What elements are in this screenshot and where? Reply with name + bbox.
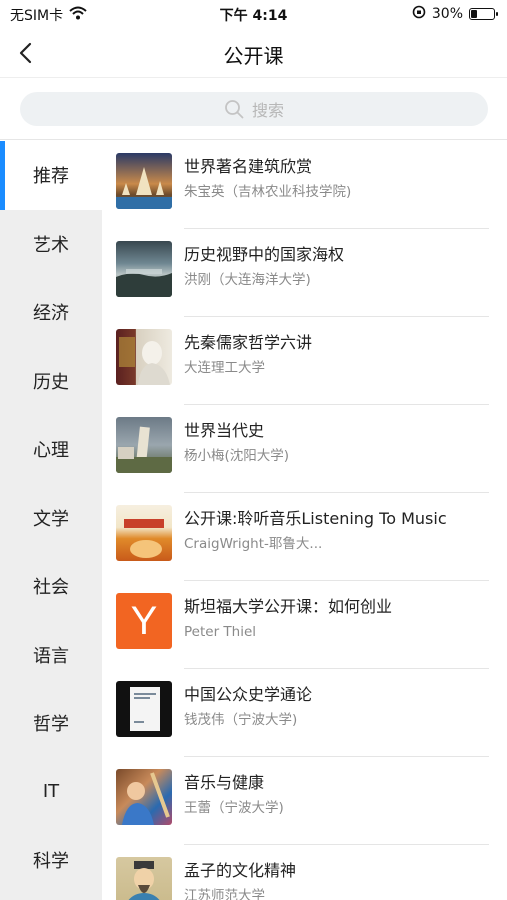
search-input[interactable]: 搜索 xyxy=(20,92,488,126)
sidebar-item-economics[interactable]: 经济 xyxy=(0,278,102,347)
sidebar-item-philosophy[interactable]: 哲学 xyxy=(0,689,102,758)
battery-percent: 30% xyxy=(431,6,463,22)
course-item[interactable]: 公开课:聆听音乐Listening To Music CraigWright-耶… xyxy=(102,493,507,581)
course-thumbnail xyxy=(116,241,172,297)
course-info: 斯坦福大学公开课：如何创业 Peter Thiel xyxy=(184,591,489,669)
course-info: 先秦儒家哲学六讲 大连理工大学 xyxy=(184,327,489,405)
course-title: 世界著名建筑欣赏 xyxy=(184,157,313,176)
status-bar: 无SIM卡 下午 4:14 30% xyxy=(0,0,507,28)
status-right: 30% xyxy=(412,5,498,23)
course-author: CraigWright-耶鲁大... xyxy=(184,536,323,552)
course-title: 孟子的文化精神 xyxy=(184,861,297,880)
course-info: 世界当代史 杨小梅(沈阳大学) xyxy=(184,415,489,493)
sidebar-item-label: 心理 xyxy=(33,440,69,462)
course-author: 大连理工大学 xyxy=(184,360,265,376)
sidebar-item-science[interactable]: 科学 xyxy=(0,826,102,895)
course-thumbnail xyxy=(116,769,172,825)
sidebar-item-art[interactable]: 艺术 xyxy=(0,210,102,279)
course-title: 历史视野中的国家海权 xyxy=(184,245,345,264)
course-title: 先秦儒家哲学六讲 xyxy=(184,333,313,352)
course-author: 江苏师范大学 xyxy=(184,888,265,900)
course-thumbnail xyxy=(116,505,172,561)
sidebar-item-label: 社会 xyxy=(33,577,69,599)
search-icon xyxy=(225,100,244,119)
course-list: 世界著名建筑欣赏 朱宝英（吉林农业科技学院) 历史视野中的国家海权 洪刚（大连海… xyxy=(102,141,507,900)
course-item[interactable]: 孟子的文化精神 江苏师范大学 xyxy=(102,845,507,900)
sidebar-item-it[interactable]: IT xyxy=(0,758,102,827)
sidebar-item-label: 艺术 xyxy=(33,234,69,256)
course-info: 历史视野中的国家海权 洪刚（大连海洋大学) xyxy=(184,239,489,317)
sidebar-item-recommended[interactable]: 推荐 xyxy=(0,141,102,210)
course-author: 钱茂伟（宁波大学) xyxy=(184,712,298,728)
sidebar-item-label: 经济 xyxy=(33,303,69,325)
course-item[interactable]: 世界当代史 杨小梅(沈阳大学) xyxy=(102,405,507,493)
course-title: 世界当代史 xyxy=(184,421,265,440)
ycombinator-logo: Y xyxy=(116,593,172,649)
course-thumbnail xyxy=(116,153,172,209)
category-sidebar: 推荐 艺术 经济 历史 心理 文学 社会 语言 哲学 IT 科学 xyxy=(0,141,102,900)
course-author: Peter Thiel xyxy=(184,624,257,640)
course-title: 公开课:聆听音乐Listening To Music xyxy=(184,509,447,528)
battery-icon xyxy=(469,8,498,20)
course-item[interactable]: 世界著名建筑欣赏 朱宝英（吉林农业科技学院) xyxy=(102,141,507,229)
course-title: 中国公众史学通论 xyxy=(184,685,313,704)
orientation-lock-icon xyxy=(412,5,426,23)
course-thumbnail xyxy=(116,329,172,385)
sidebar-item-literature[interactable]: 文学 xyxy=(0,484,102,553)
course-item[interactable]: 音乐与健康 王蕾（宁波大学) xyxy=(102,757,507,845)
sidebar-item-language[interactable]: 语言 xyxy=(0,621,102,690)
sidebar-item-label: 哲学 xyxy=(33,714,69,736)
course-author: 杨小梅(沈阳大学) xyxy=(184,448,290,464)
course-item[interactable]: 先秦儒家哲学六讲 大连理工大学 xyxy=(102,317,507,405)
course-info: 孟子的文化精神 江苏师范大学 xyxy=(184,855,489,900)
course-author: 洪刚（大连海洋大学) xyxy=(184,272,311,288)
nav-bar: 公开课 xyxy=(0,28,507,78)
sidebar-item-society[interactable]: 社会 xyxy=(0,552,102,621)
sidebar-item-label: 语言 xyxy=(33,645,69,667)
sidebar-item-history[interactable]: 历史 xyxy=(0,347,102,416)
course-author: 王蕾（宁波大学) xyxy=(184,800,284,816)
search-area: 搜索 xyxy=(0,78,507,140)
page-title: 公开课 xyxy=(223,44,284,68)
sidebar-item-label: 文学 xyxy=(33,508,69,530)
course-item[interactable]: Y 斯坦福大学公开课：如何创业 Peter Thiel xyxy=(102,581,507,669)
course-thumbnail xyxy=(116,857,172,900)
sidebar-item-psychology[interactable]: 心理 xyxy=(0,415,102,484)
course-title: 斯坦福大学公开课：如何创业 xyxy=(184,597,393,616)
search-placeholder: 搜索 xyxy=(251,101,284,120)
course-item[interactable]: 中国公众史学通论 钱茂伟（宁波大学) xyxy=(102,669,507,757)
course-info: 中国公众史学通论 钱茂伟（宁波大学) xyxy=(184,679,489,757)
course-info: 音乐与健康 王蕾（宁波大学) xyxy=(184,767,489,845)
course-thumbnail xyxy=(116,417,172,473)
sidebar-item-label: 推荐 xyxy=(33,166,69,188)
sidebar-item-label: IT xyxy=(42,781,60,803)
course-info: 公开课:聆听音乐Listening To Music CraigWright-耶… xyxy=(184,503,489,581)
battery-fill xyxy=(471,10,477,18)
course-info: 世界著名建筑欣赏 朱宝英（吉林农业科技学院) xyxy=(184,151,489,229)
course-title: 音乐与健康 xyxy=(184,773,265,792)
course-item[interactable]: 历史视野中的国家海权 洪刚（大连海洋大学) xyxy=(102,229,507,317)
sidebar-item-label: 科学 xyxy=(33,851,69,873)
course-author: 朱宝英（吉林农业科技学院) xyxy=(184,184,352,200)
sidebar-item-label: 历史 xyxy=(33,371,69,393)
course-thumbnail xyxy=(116,681,172,737)
logo-letter: Y xyxy=(130,598,158,643)
